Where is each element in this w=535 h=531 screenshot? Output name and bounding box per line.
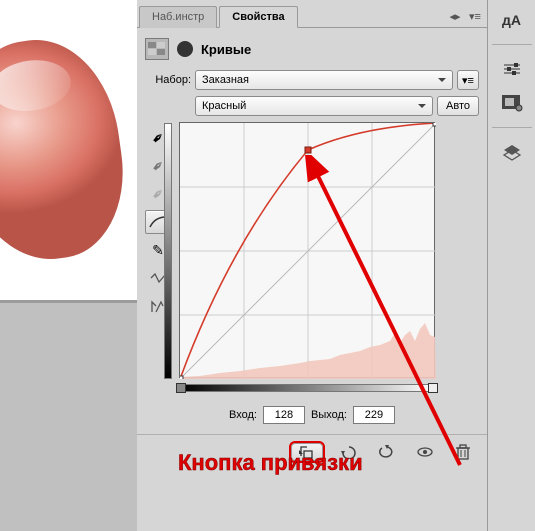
output-label: Выход: xyxy=(311,409,347,421)
mask-icon[interactable] xyxy=(177,41,193,57)
panel-footer xyxy=(137,434,487,469)
workspace: Наб.инстр Свойства ◂▸ ▾≡ Кривые Набор: З… xyxy=(0,0,535,531)
visibility-icon[interactable] xyxy=(411,441,439,463)
input-output-row: Вход: 128 Выход: 229 xyxy=(145,406,479,424)
layers-panel-icon[interactable] xyxy=(499,140,525,164)
tab-properties[interactable]: Свойства xyxy=(219,6,297,28)
preset-value: Заказная xyxy=(202,74,249,86)
curves-adjustment-icon xyxy=(145,38,169,60)
type-tool-icon[interactable]: дА xyxy=(499,8,525,32)
previous-state-icon[interactable] xyxy=(335,441,363,463)
output-gradient xyxy=(164,123,172,379)
output-value-field[interactable]: 229 xyxy=(353,406,395,424)
input-value-field[interactable]: 128 xyxy=(263,406,305,424)
input-gradient[interactable] xyxy=(179,384,435,392)
tab-tool-presets[interactable]: Наб.инстр xyxy=(139,6,217,28)
properties-panel: Наб.инстр Свойства ◂▸ ▾≡ Кривые Набор: З… xyxy=(137,0,487,531)
image-content xyxy=(0,30,135,270)
curves-graph[interactable] xyxy=(179,122,435,378)
black-point-slider[interactable] xyxy=(176,383,186,393)
document-canvas[interactable] xyxy=(0,0,137,300)
preset-label: Набор: xyxy=(145,74,191,86)
trash-icon[interactable] xyxy=(449,441,477,463)
adjustment-header: Кривые xyxy=(145,34,479,70)
sliders-icon[interactable] xyxy=(499,57,525,81)
auto-button[interactable]: Авто xyxy=(437,96,479,116)
canvas-area xyxy=(0,0,137,531)
input-label: Вход: xyxy=(229,409,257,421)
panel-tabs: Наб.инстр Свойства ◂▸ ▾≡ xyxy=(137,0,487,28)
white-point-slider[interactable] xyxy=(428,383,438,393)
channel-select[interactable]: Красный xyxy=(195,96,433,116)
layers-thumb-icon[interactable] xyxy=(499,91,525,115)
reset-icon[interactable] xyxy=(373,441,401,463)
collapse-panel-icon[interactable]: ◂▸ xyxy=(447,10,463,24)
clip-to-layer-button[interactable] xyxy=(289,441,325,463)
canvas-pasteboard xyxy=(0,300,137,530)
channel-value: Красный xyxy=(202,100,246,112)
right-dock: дА xyxy=(487,0,535,531)
panel-title: Кривые xyxy=(201,42,251,57)
preset-select[interactable]: Заказная xyxy=(195,70,453,90)
preset-menu-icon[interactable]: ▾≡ xyxy=(457,70,479,90)
panel-menu-icon[interactable]: ▾≡ xyxy=(467,10,483,24)
